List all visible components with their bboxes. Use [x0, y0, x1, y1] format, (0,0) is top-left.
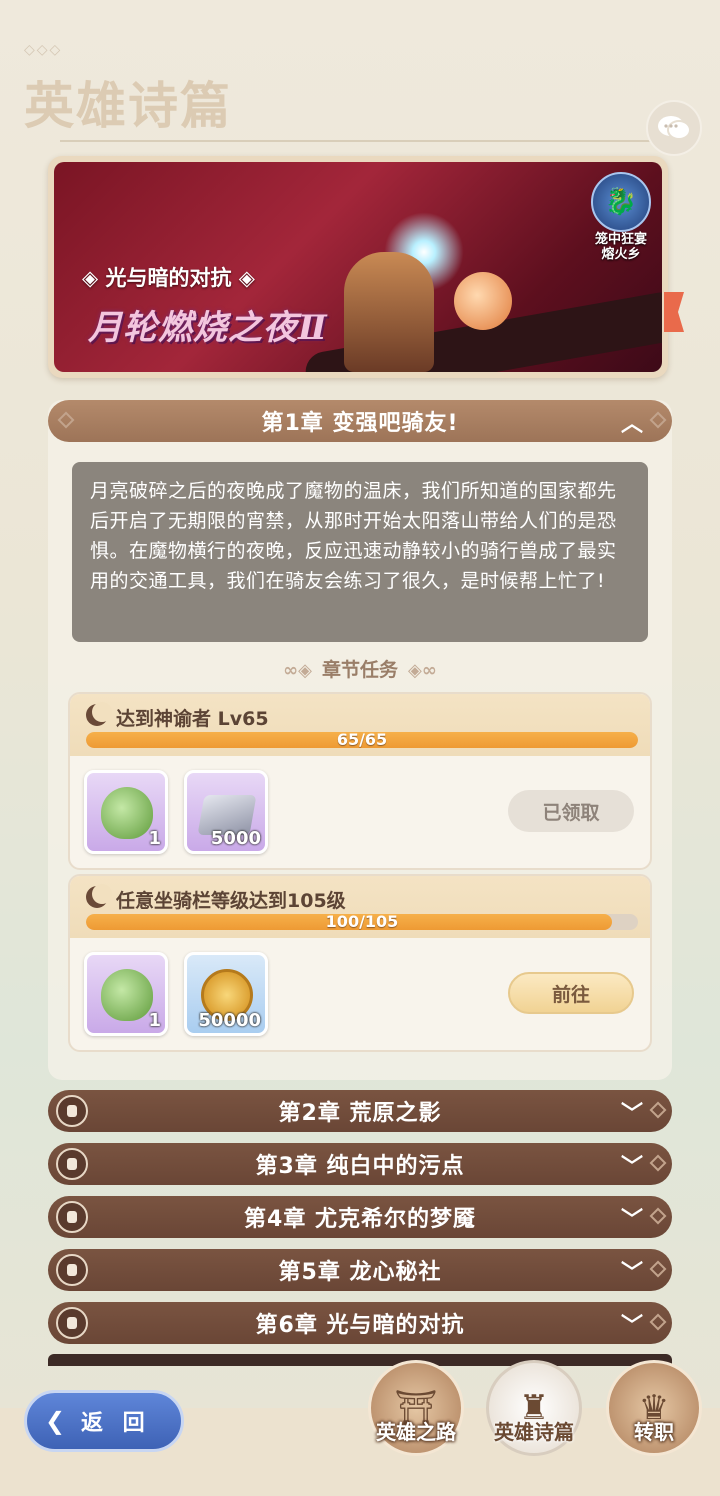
lock-icon: [56, 1201, 88, 1233]
lock-icon: [56, 1148, 88, 1180]
diamond-ornament-icon: [649, 1154, 667, 1172]
chapter-title: 第3章 纯白中的污点: [255, 1154, 465, 1179]
chapter-title: 第5章 龙心秘社: [278, 1260, 442, 1285]
chevron-down-icon: ﹀: [620, 1261, 644, 1286]
task-card: 达到神谕者 Lv65 65/65 1 5000 已领取: [68, 692, 652, 870]
back-button[interactable]: ❮ 返 回: [24, 1390, 184, 1452]
chapter-title: 第2章 荒原之影: [278, 1101, 442, 1126]
progress-text: 100/105: [325, 914, 399, 930]
reward-count: 1: [148, 1010, 161, 1031]
chevron-down-icon: ﹀: [620, 1155, 644, 1180]
chevron-up-icon: ︿: [620, 412, 644, 437]
chapter-3-header[interactable]: 第3章 纯白中的污点 ﹀: [48, 1143, 672, 1185]
task-title: 达到神谕者 Lv65: [116, 708, 269, 730]
bookmark-tab[interactable]: [664, 292, 684, 332]
chapter-title: 第4章 尤克希尔的梦魇: [244, 1207, 476, 1232]
reward-count: 50000: [198, 1010, 261, 1031]
back-label: 返 回: [81, 1411, 151, 1436]
dragon-emblem-icon: 🐉: [591, 172, 651, 232]
chat-icon: [658, 116, 691, 140]
progress-text: 65/65: [336, 732, 388, 748]
nav-job-change[interactable]: ♛ 转职: [604, 1360, 704, 1460]
diamond-ornament-icon: [649, 1313, 667, 1331]
task-header: 达到神谕者 Lv65 65/65: [70, 694, 650, 756]
reward-item[interactable]: 5000: [184, 770, 268, 854]
event-badge-line2: 熔火乡: [601, 247, 641, 262]
task-progress-bar: 100/105: [86, 914, 638, 930]
chapter-2-header[interactable]: 第2章 荒原之影 ﹀: [48, 1090, 672, 1132]
page-title: 英雄诗篇: [24, 76, 232, 135]
title-ornament: ◇◇◇: [24, 42, 63, 58]
back-arrow-icon: ❮: [44, 1407, 72, 1435]
banner-subtitle: ◈ 光与暗的对抗 ◈: [82, 266, 255, 290]
reward-count: 1: [148, 828, 161, 849]
go-button[interactable]: 前往: [508, 972, 634, 1014]
chapter-5-header[interactable]: 第5章 龙心秘社 ﹀: [48, 1249, 672, 1291]
task-header: 任意坐骑栏等级达到105级 100/105: [70, 876, 650, 938]
event-banner[interactable]: ◈ 光与暗的对抗 ◈ 月轮燃烧之夜Ⅱ 🐉 笼中狂宴 熔火乡: [48, 156, 668, 378]
reward-item[interactable]: 1: [84, 952, 168, 1036]
diamond-ornament-icon: [649, 1101, 667, 1119]
task-title: 任意坐骑栏等级达到105级: [116, 890, 346, 912]
diamond-ornament-icon: [649, 1260, 667, 1278]
diamond-ornament-icon: [649, 411, 667, 429]
title-divider: [60, 140, 680, 142]
lock-icon: [56, 1095, 88, 1127]
chapter-1-header[interactable]: 第1章 变强吧骑友! ︿: [48, 400, 672, 442]
chapter-tasks-heading: ∞◈ 章节任务 ◈∞: [283, 659, 437, 681]
pinecone-mount-egg-icon: [101, 787, 153, 839]
task-progress-bar: 65/65: [86, 732, 638, 748]
chevron-down-icon: ﹀: [620, 1208, 644, 1233]
banner-pet-art: [454, 272, 512, 330]
event-badge[interactable]: 🐉 笼中狂宴 熔火乡: [586, 172, 656, 262]
reward-item[interactable]: 1: [84, 770, 168, 854]
lock-icon: [56, 1254, 88, 1286]
ornament-right-icon: ◈∞: [408, 660, 437, 681]
event-badge-line1: 笼中狂宴: [594, 232, 647, 247]
reward-item[interactable]: 50000: [184, 952, 268, 1036]
nav-label: 转职: [634, 1420, 674, 1444]
diamond-ornament-icon: [57, 411, 75, 429]
chevron-down-icon: ﹀: [620, 1314, 644, 1339]
nav-label: 英雄诗篇: [494, 1420, 574, 1444]
chapter-title: 第6章 光与暗的对抗: [255, 1313, 465, 1338]
moon-icon: [86, 884, 112, 908]
task-card: 任意坐骑栏等级达到105级 100/105 1 50000 前往: [68, 874, 652, 1052]
reward-count: 5000: [210, 828, 261, 849]
ornament-left-icon: ∞◈: [283, 660, 312, 681]
diamond-ornament-icon: [649, 1207, 667, 1225]
nav-label: 英雄之路: [376, 1420, 456, 1444]
chat-button[interactable]: [646, 100, 702, 156]
chapter-1-title: 第1章 变强吧骑友!: [261, 411, 459, 436]
banner-logo: 月轮燃烧之夜Ⅱ: [88, 308, 328, 348]
chapter-4-header[interactable]: 第4章 尤克希尔的梦魇 ﹀: [48, 1196, 672, 1238]
chevron-down-icon: ﹀: [620, 1102, 644, 1127]
pinecone-mount-egg-icon: [101, 969, 153, 1021]
nav-hero-road[interactable]: ⛩ 英雄之路: [366, 1360, 466, 1460]
banner-hero-art: [344, 252, 434, 372]
claimed-button[interactable]: 已领取: [508, 790, 634, 832]
banner-art: ◈ 光与暗的对抗 ◈ 月轮燃烧之夜Ⅱ 🐉 笼中狂宴 熔火乡: [54, 162, 662, 372]
lock-icon: [56, 1307, 88, 1339]
chapter-description: 月亮破碎之后的夜晚成了魔物的温床，我们所知道的国家都先后开启了无期限的宵禁，从那…: [72, 462, 648, 642]
moon-icon: [86, 702, 112, 726]
chapter-6-header[interactable]: 第6章 光与暗的对抗 ﹀: [48, 1302, 672, 1344]
nav-hero-epic[interactable]: ♜ 英雄诗篇: [484, 1360, 584, 1460]
